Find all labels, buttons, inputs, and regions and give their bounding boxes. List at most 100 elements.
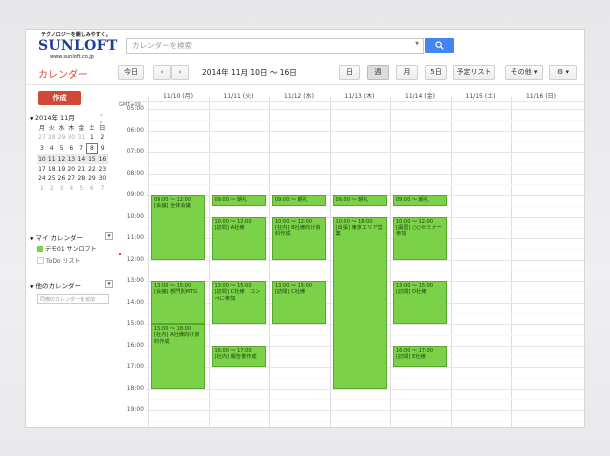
mini-calendar-day[interactable]: 28 [76,174,86,184]
calendar-event[interactable]: 13:00 ～ 15:00 [訪問] D社様 [393,281,447,324]
day-header[interactable]: 11/15 (土) [451,91,511,100]
mini-calendar-day[interactable]: 13 [66,153,77,165]
mini-calendar-day[interactable]: 23 [97,164,107,174]
mini-calendar-day[interactable]: 25 [47,174,57,184]
calendar-event[interactable]: 09:00 ～ 朝礼 [211,195,266,206]
mini-calendar-day[interactable]: 6 [86,184,97,194]
half-hour-line [146,420,584,422]
mini-calendar-day[interactable]: 8 [85,142,98,155]
calendar-event[interactable]: 10:00 ～ 12:00 [訪問] A社様 [211,216,266,260]
mini-calendar-day[interactable]: 29 [86,174,97,184]
mini-calendar-day[interactable]: 21 [76,164,86,174]
mini-calendar-day[interactable]: 15 [86,153,98,165]
calendar-event[interactable]: 15:00 ～ 18:00 [社内] A社様向け資料作成 [151,324,205,389]
mini-calendar-day[interactable]: 27 [37,133,47,143]
create-button[interactable]: 作成 [38,91,81,105]
mini-calendar-month[interactable]: ▼ 2014年 11月 [30,112,75,122]
add-calendar-input[interactable]: 同僚のカレンダーを追加 [37,294,109,304]
mini-calendar-day[interactable]: 27 [66,174,76,184]
view-week-button[interactable]: 週 [367,65,389,80]
calendar-event[interactable]: 16:00 ～ 17:00 [社内] 報告書作成 [211,345,266,367]
calendar-event[interactable]: 10:00 ～ 12:00 [講習] ○○セミナー参加 [393,216,447,260]
day-header[interactable]: 11/10 (月) [148,91,208,100]
calendar-item-todo[interactable]: ToDo リスト [37,256,81,265]
mini-calendar-day[interactable]: 29 [57,133,67,143]
calendar-event[interactable]: 13:00 ～ 15:00 [訪問] C社様 [272,281,326,324]
event-time: 13:00 ～ 15:00 [214,283,252,289]
calendar-event[interactable]: 09:00 ～ 朝礼 [332,195,387,206]
mini-calendar-day[interactable]: 30 [97,174,107,184]
calendar-event[interactable]: 09:00 ～ 朝礼 [393,195,447,206]
day-header[interactable]: 11/16 (日) [511,91,571,100]
event-title: [社内] B社様向け資料作成 [275,224,321,238]
mini-calendar-day[interactable]: 12 [56,153,67,165]
calendar-event[interactable]: 13:00 ～ 15:00 [訪問] C社様 コンペに参加 [211,281,266,324]
next-button[interactable]: › [171,65,189,80]
app-window: テクノロジーを親しみやすく。 SUNLOFT www.sunloft.co.jp… [25,29,585,428]
mini-calendar-day[interactable]: 6 [66,143,76,154]
mini-calendar-day[interactable]: 4 [66,184,76,194]
mini-calendar-day[interactable]: 3 [37,143,47,154]
mini-calendar-day[interactable]: 14 [76,153,87,165]
view-month-button[interactable]: 月 [396,65,418,80]
mini-calendar-day[interactable]: 20 [66,164,76,174]
hour-label: 16:00 [126,341,144,349]
mini-calendar-day[interactable]: 22 [86,164,97,174]
event-time: 09:00 ～ 12:00 [154,197,191,203]
calendar-event[interactable]: 09:00 ～ 12:00 [会議] 全体会議 [151,195,205,260]
calendar-event[interactable]: 10:00 ～ 12:00 [社内] B社様向け資料作成 [272,216,326,260]
today-button[interactable]: 今日 [118,65,144,80]
calendar-event[interactable]: 13:00 ～ 15:00 [会議] 部門別MTG [151,281,205,324]
calendar-event[interactable]: 09:00 ～ 朝礼 [272,195,326,206]
mini-calendar-day[interactable]: 3 [57,184,67,194]
day-header[interactable]: 11/14 (金) [390,91,450,100]
mini-calendar-day[interactable]: 18 [47,164,57,174]
mini-calendar-day[interactable]: 1 [86,133,97,143]
event-time: 10:00 ～ 12:00 [396,218,433,225]
search-icon [435,41,444,50]
calendar-event[interactable]: 10:00 ～ 18:00 [出張] 東京エリア営業 [332,216,387,389]
view-day-button[interactable]: 日 [339,65,360,80]
more-button[interactable]: その他 ▾ [505,65,543,80]
my-calendars-menu-icon[interactable]: ▼ [105,232,113,240]
mini-calendar-day[interactable]: 26 [57,174,67,184]
mini-calendar-day[interactable]: 1 [37,184,47,194]
other-calendars-menu-icon[interactable]: ▼ [105,280,113,288]
other-calendars-header[interactable]: ▼ 他のカレンダー [30,280,81,290]
search-button[interactable] [425,38,454,53]
day-header[interactable]: 11/12 (水) [269,91,329,100]
event-time: 10:00 ～ 18:00 [335,218,373,225]
mini-calendar-day[interactable]: 19 [57,164,67,174]
mini-calendar-day[interactable]: 16 [97,153,108,165]
search-input[interactable]: カレンダーを検索 ▼ [126,38,424,54]
brand-tagline: テクノロジーを親しみやすく。 [41,32,111,38]
mini-calendar-day[interactable]: 5 [57,143,67,154]
mini-calendar-day[interactable]: 4 [47,143,57,154]
mini-calendar-day[interactable]: 5 [76,184,86,194]
my-calendars-header[interactable]: ▼ マイ カレンダー [30,232,83,242]
mini-calendar-day[interactable]: 10 [37,153,47,165]
mini-calendar-day[interactable]: 28 [47,133,57,143]
sunloft-logo[interactable]: テクノロジーを親しみやすく。 SUNLOFT www.sunloft.co.jp [38,31,118,61]
view-agenda-button[interactable]: 予定リスト [453,65,495,80]
mini-calendar-day[interactable]: 7 [76,143,86,154]
mini-calendar-day[interactable]: 7 [97,184,107,194]
mini-calendar-day[interactable]: 2 [97,133,107,143]
mini-calendar-day[interactable]: 11 [46,153,57,165]
hour-label: 12:00 [126,255,144,263]
calendar-item-demo[interactable]: デモ01 サンロフト [37,244,97,253]
day-header[interactable]: 11/11 (火) [209,91,269,100]
mini-calendar-day[interactable]: 31 [76,133,86,143]
mini-calendar-day[interactable]: 9 [97,143,107,154]
mini-calendar-day[interactable]: 24 [37,174,47,184]
mini-calendar-day[interactable]: 2 [47,184,57,194]
mini-calendar-day[interactable]: 17 [37,164,47,174]
chevron-down-icon[interactable]: ▼ [415,41,419,47]
calendar-event[interactable]: 16:00 ～ 17:00 [訪問] E社様 [393,345,447,367]
mini-calendar-day[interactable]: 30 [66,133,76,143]
prev-button[interactable]: ‹ [153,65,171,80]
week-grid[interactable]: GMT+09 11/10 (月) 11/11 (火) 11/12 (水) 11/13 … [118,87,584,427]
day-header[interactable]: 11/13 (木) [330,91,390,100]
view-5day-button[interactable]: 5日 [425,65,447,80]
settings-button[interactable]: ⚙ ▾ [549,65,577,80]
